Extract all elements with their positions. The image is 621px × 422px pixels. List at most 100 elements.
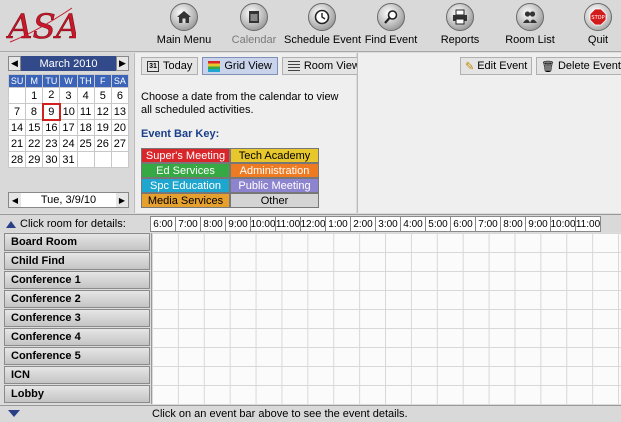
reports-button[interactable]: Reports (422, 3, 498, 49)
collapse-arrow-icon (6, 220, 16, 228)
calendar-day[interactable]: 1 (25, 87, 44, 104)
today-label: Today (163, 60, 193, 72)
calendar-empty-cell (7, 87, 27, 104)
calendar-day[interactable]: 19 (93, 119, 112, 136)
reports-label: Reports (440, 34, 480, 46)
calendar-day[interactable]: 15 (25, 119, 44, 136)
time-scale: 6:00 7:00 8:00 9:00 10:00 11:00 12:00 1:00 2:00 3… (150, 216, 601, 232)
calendar-day[interactable]: 20 (110, 119, 130, 136)
app-logo: ASA7 (5, 2, 103, 48)
weekday-header: F (93, 74, 112, 88)
time-slot-header: 3:00 (375, 216, 401, 232)
room-row[interactable]: Conference 5 (4, 347, 150, 365)
find-event-button[interactable]: Find Event (353, 3, 429, 49)
month-header: ◀ March 2010 ▶ (8, 56, 129, 71)
grid-view-tab[interactable]: Grid View (202, 57, 278, 75)
calendar-day[interactable]: 18 (76, 119, 95, 136)
time-slot-header: 5:00 (425, 216, 451, 232)
instructions-text: Choose a date from the calendar to view … (141, 91, 339, 116)
room-row[interactable]: Lobby (4, 385, 150, 403)
time-slot-header: 11:00 (275, 216, 301, 232)
people-icon (516, 3, 544, 31)
next-day-button[interactable]: ▶ (116, 193, 128, 207)
time-slot-header: 11:00 (575, 216, 601, 232)
time-slot-header: 8:00 (500, 216, 526, 232)
calendar-day[interactable]: 21 (7, 135, 27, 152)
main-menu-button[interactable]: Main Menu (146, 3, 222, 49)
prev-day-button[interactable]: ◀ (9, 193, 21, 207)
expand-arrow-icon[interactable] (8, 410, 20, 417)
time-slot-header: 12:00 (300, 216, 326, 232)
schedule-event-label: Schedule Event (284, 34, 362, 46)
calendar-day[interactable]: 3 (59, 87, 78, 104)
room-row[interactable]: Board Room (4, 233, 150, 251)
calendar-day[interactable]: 14 (7, 119, 27, 136)
event-key-item: Public Meeting (230, 178, 319, 193)
calendar-day[interactable]: 5 (93, 87, 112, 104)
month-grid: SU M TU W TH F SA 1 2 3 4 5 6 7 8 9 10 11 12 13 14 15 16 17 18 19… (7, 74, 130, 168)
room-list-button[interactable]: Room List (492, 3, 568, 49)
calendar-day[interactable]: 11 (76, 103, 95, 120)
room-row[interactable]: Child Find (4, 252, 150, 270)
time-slot-header: 9:00 (525, 216, 551, 232)
delete-event-label: Delete Event (557, 60, 621, 72)
quit-button[interactable]: STOP Quit (560, 3, 621, 49)
calendar-day[interactable]: 7 (7, 103, 27, 120)
calendar-day[interactable]: 17 (59, 119, 78, 136)
main-menu-label: Main Menu (156, 34, 212, 46)
time-slot-header: 2:00 (350, 216, 376, 232)
grid-header: Click room for details: 6:00 7:00 8:00 9:00… (0, 214, 621, 232)
calendar-day[interactable]: 12 (93, 103, 112, 120)
selected-date-value: Tue, 3/9/10 (40, 194, 97, 206)
delete-event-button[interactable]: 🗑 Delete Event (536, 57, 621, 75)
calendar-day[interactable]: 24 (59, 135, 78, 152)
event-key-item: Ed Services (141, 163, 230, 178)
event-key-item: Administration (230, 163, 319, 178)
calendar-day[interactable]: 8 (25, 103, 44, 120)
calendar-day[interactable]: 27 (110, 135, 130, 152)
event-key-title: Event Bar Key: (141, 128, 220, 140)
calendar-day[interactable]: 29 (25, 151, 44, 168)
calendar-day[interactable]: 6 (110, 87, 130, 104)
weekday-header: SA (110, 74, 130, 88)
room-row[interactable]: Conference 2 (4, 290, 150, 308)
schedule-event-button[interactable]: Schedule Event (284, 3, 362, 49)
calendar-button[interactable]: Calendar (216, 3, 292, 49)
room-row[interactable]: Conference 4 (4, 328, 150, 346)
weekday-header: TU (42, 74, 61, 88)
calendar-day[interactable]: 22 (25, 135, 44, 152)
time-slot-header: 9:00 (225, 216, 251, 232)
room-row[interactable]: ICN (4, 366, 150, 384)
time-slot-header: 6:00 (150, 216, 176, 232)
calendar-day[interactable]: 16 (42, 119, 61, 136)
clock-icon (308, 3, 336, 31)
room-view-tab[interactable]: Room View (281, 57, 366, 75)
prev-month-button[interactable]: ◀ (8, 56, 21, 71)
next-month-button[interactable]: ▶ (116, 56, 129, 71)
schedule-grid[interactable] (151, 233, 621, 404)
calendar-day[interactable]: 23 (42, 135, 61, 152)
calendar-day[interactable]: 9 (41, 102, 61, 121)
room-row[interactable]: Conference 3 (4, 309, 150, 327)
calendar-day[interactable]: 13 (110, 103, 130, 120)
calendar-empty-cell (76, 151, 95, 168)
time-slot-header: 7:00 (475, 216, 501, 232)
calendar-day[interactable]: 10 (59, 103, 78, 120)
calendar-day[interactable]: 30 (42, 151, 61, 168)
room-header[interactable]: Click room for details: (6, 218, 126, 230)
edit-event-button[interactable]: ✎ Edit Event (460, 57, 533, 75)
today-button[interactable]: 31 Today (141, 57, 199, 75)
calendar-empty-cell (110, 151, 130, 168)
calendar-day[interactable]: 25 (76, 135, 95, 152)
view-tabs: 31 Today Grid View Room View (141, 57, 366, 75)
calendar-day[interactable]: 4 (76, 87, 95, 104)
room-list: Board Room Child Find Conference 1 Conferen… (4, 233, 150, 404)
room-row[interactable]: Conference 1 (4, 271, 150, 289)
time-slot-header: 1:00 (325, 216, 351, 232)
calendar-day[interactable]: 28 (7, 151, 27, 168)
calendar-day[interactable]: 2 (42, 87, 61, 104)
find-event-label: Find Event (364, 34, 418, 46)
calendar-day[interactable]: 26 (93, 135, 112, 152)
calendar-day[interactable]: 31 (59, 151, 78, 168)
room-view-label: Room View (303, 60, 360, 72)
